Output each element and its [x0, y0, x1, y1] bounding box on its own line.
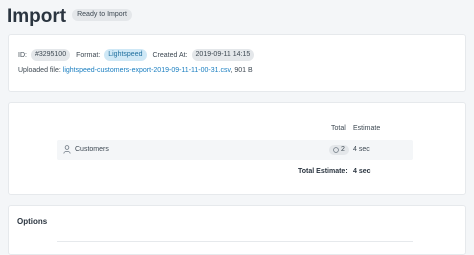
options-divider	[57, 241, 413, 242]
format-badge: Lightspeed	[104, 49, 147, 61]
created-label: Created At:	[152, 51, 188, 59]
id-label: ID:	[18, 51, 27, 59]
page-title: Import	[7, 6, 67, 27]
import-details-card	[8, 34, 466, 92]
import-meta-row: ID: #3295100 Format: Lightspeed Created …	[18, 49, 260, 61]
row-estimate: 4 sec	[353, 146, 370, 153]
user-icon	[63, 145, 71, 154]
uploaded-file-link[interactable]: lightspeed-customers-export-2019-09-11-1…	[63, 67, 231, 74]
uploaded-file-label: Uploaded file:	[18, 67, 61, 74]
column-header-estimate: Estimate	[353, 125, 381, 132]
info-circle-icon	[333, 147, 339, 153]
count-badge: 2	[329, 145, 349, 155]
created-badge: 2019-09-11 14:15	[191, 49, 255, 61]
options-title: Options	[17, 217, 48, 226]
row-count: 2	[341, 146, 345, 153]
format-label: Format:	[76, 51, 101, 59]
uploaded-file-row: Uploaded file: lightspeed-customers-expo…	[18, 67, 253, 74]
id-badge: #3295100	[30, 49, 71, 61]
column-header-total: Total	[331, 125, 346, 132]
status-badge: Ready to Import	[72, 9, 132, 21]
total-estimate-value: 4 sec	[353, 168, 371, 175]
total-estimate-label: Total Estimate:	[298, 168, 348, 175]
row-label-customers: Customers	[75, 146, 109, 153]
options-card	[8, 205, 466, 255]
page-header: Import Ready to Import	[7, 6, 132, 28]
uploaded-file-size: , 901 B	[230, 67, 253, 74]
